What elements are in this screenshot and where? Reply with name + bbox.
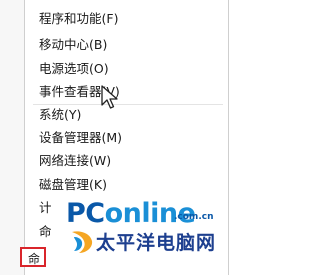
- menu-item-command-prompt[interactable]: 命: [39, 224, 52, 240]
- menu-item-system[interactable]: 系统(Y): [39, 107, 81, 123]
- menu-item-network-connections[interactable]: 网络连接(W): [39, 153, 111, 169]
- desktop-edge: [0, 0, 24, 275]
- screenshot-stage: 程序和功能(F) 移动中心(B) 电源选项(O) 事件查看器(V) 系统(Y) …: [0, 0, 247, 275]
- pconline-watermark: PConline .com.cn 太平洋电脑网: [66, 197, 247, 263]
- menu-item-computer-management[interactable]: 计: [39, 200, 52, 216]
- mouse-pointer-icon: [101, 85, 118, 109]
- pconline-logo-icon: [72, 231, 93, 253]
- menu-item-disk-management[interactable]: 磁盘管理(K): [39, 177, 107, 193]
- menu-item-device-manager[interactable]: 设备管理器(M): [39, 130, 122, 146]
- watermark-domain: .com.cn: [174, 212, 214, 222]
- highlighted-menu-item[interactable]: 命: [20, 247, 46, 267]
- menu-item-command-prompt-admin: 命: [28, 252, 41, 266]
- watermark-chinese-name: 太平洋电脑网: [96, 232, 217, 254]
- watermark-brand-prefix: PC: [66, 198, 105, 229]
- menu-separator: [33, 104, 223, 105]
- menu-item-programs-features[interactable]: 程序和功能(F): [39, 11, 118, 27]
- menu-item-power-options[interactable]: 电源选项(O): [39, 61, 109, 77]
- menu-item-mobility-center[interactable]: 移动中心(B): [39, 37, 107, 53]
